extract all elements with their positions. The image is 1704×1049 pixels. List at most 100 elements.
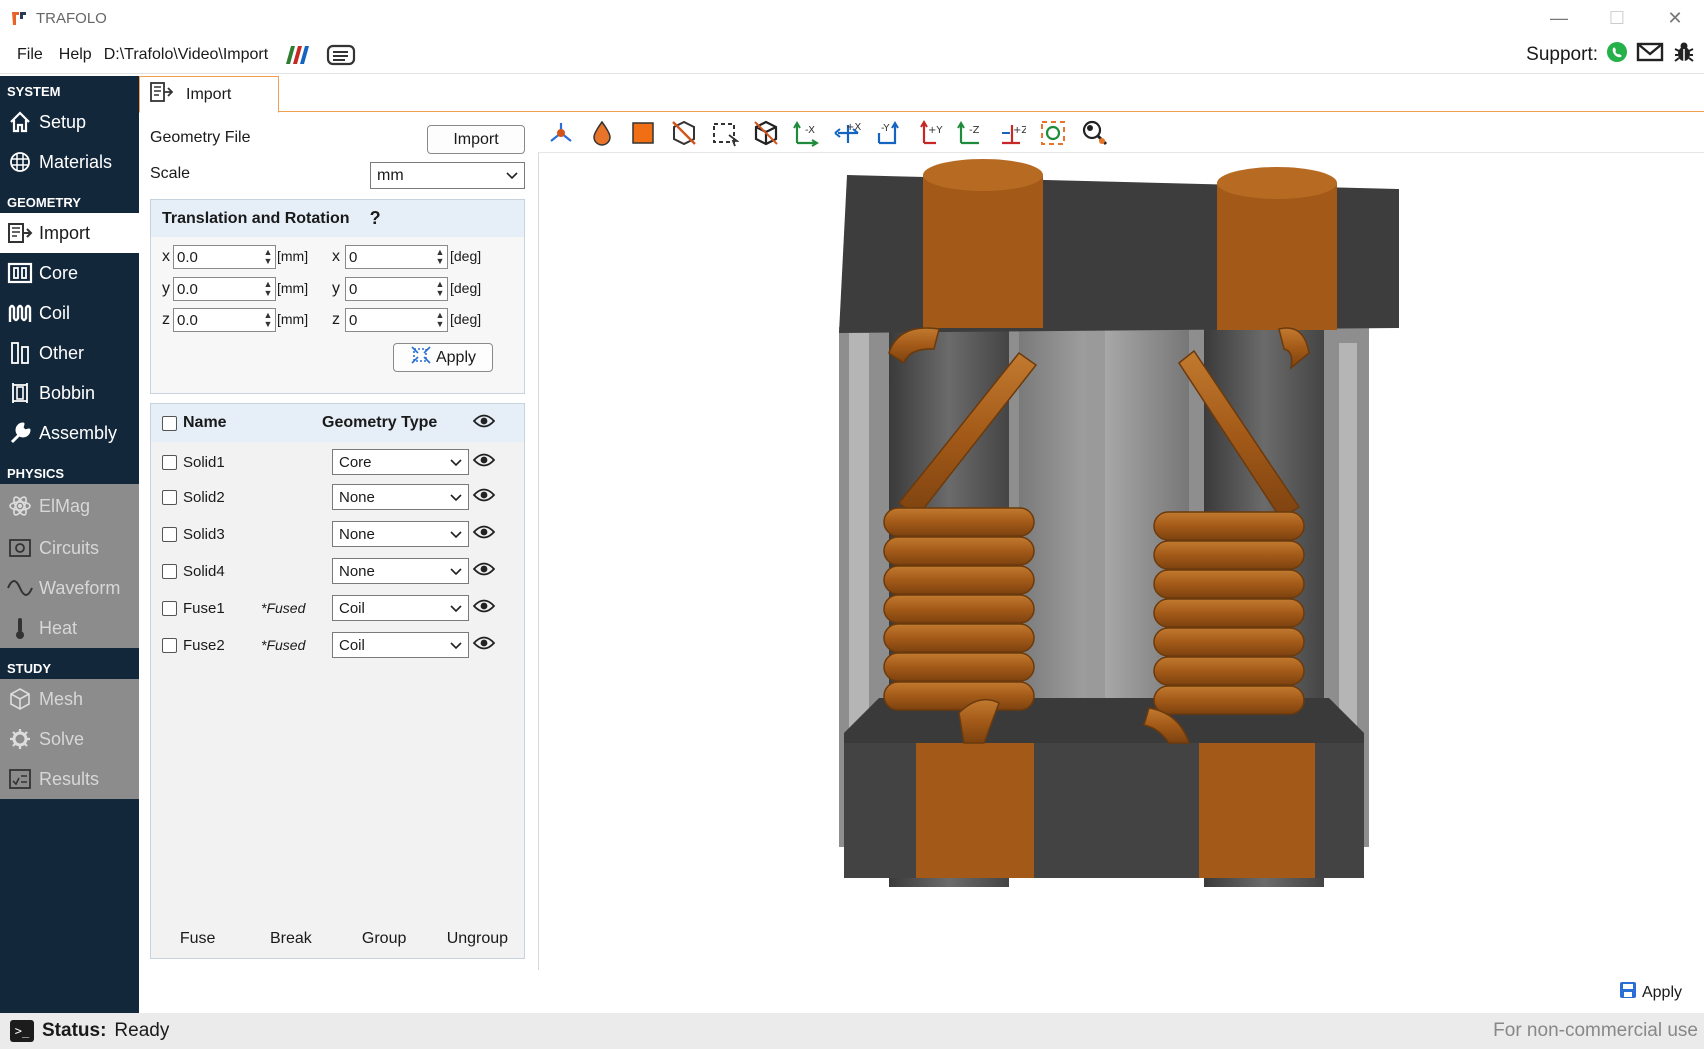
import-button[interactable]: Import (427, 125, 525, 154)
column-name: Name (183, 414, 227, 431)
license-note: For non-commercial use (1493, 1020, 1698, 1041)
eye-icon[interactable] (472, 561, 496, 581)
trans-x-input[interactable]: 0.0 ▲ ▼ (173, 245, 276, 269)
sidebar-item-coil[interactable]: Coil (0, 293, 139, 333)
bug-icon[interactable] (1672, 40, 1696, 70)
sidebar-item-waveform[interactable]: Waveform (0, 568, 139, 608)
row-checkbox[interactable] (162, 563, 177, 579)
scale-select[interactable]: mm (370, 162, 525, 189)
svg-text:-Y: -Y (881, 123, 890, 134)
eye-icon[interactable] (472, 635, 496, 655)
maximize-button[interactable]: ☐ (1588, 0, 1646, 36)
ungroup-button[interactable]: Ungroup (431, 930, 524, 948)
view-neg-y-icon[interactable]: -Y (874, 118, 904, 148)
view-neg-x-icon[interactable]: -X (792, 118, 822, 148)
geometry-list-footer: Fuse Break Group Ungroup (151, 920, 524, 958)
apply-transform-button[interactable]: Apply (393, 343, 493, 372)
menu-help[interactable]: Help (51, 46, 100, 64)
solid-view-icon[interactable] (628, 118, 658, 148)
rot-y-input[interactable]: 0 ▲ ▼ (345, 277, 448, 301)
group-button[interactable]: Group (338, 930, 431, 948)
terminal-icon[interactable]: >_ (10, 1020, 34, 1042)
apply-settings-button[interactable]: Apply (1618, 980, 1682, 1005)
geometry-type-select[interactable]: Coil (332, 632, 469, 658)
rot-x-input[interactable]: 0 ▲ ▼ (345, 245, 448, 269)
sidebar-item-assembly[interactable]: Assembly (0, 413, 139, 453)
wireframe-cube-icon[interactable] (751, 118, 781, 148)
eye-icon[interactable] (472, 452, 496, 472)
spin-arrows-icon[interactable]: ▲ ▼ (433, 311, 447, 329)
chevron-down-icon (450, 563, 462, 580)
row-checkbox[interactable] (162, 454, 177, 470)
geometry-type-select[interactable]: Core (332, 449, 469, 475)
spin-arrows-icon[interactable]: ▲ ▼ (261, 248, 275, 266)
atom-icon (7, 493, 33, 519)
svg-text:-Z: -Z (969, 125, 980, 136)
geometry-type-select[interactable]: None (332, 484, 469, 510)
rot-z-input[interactable]: 0 ▲ ▼ (345, 308, 448, 332)
eye-icon[interactable] (472, 487, 496, 507)
svg-text:+Z: +Z (1013, 125, 1026, 136)
sidebar-item-bobbin[interactable]: Bobbin (0, 373, 139, 413)
help-icon[interactable]: ? (370, 208, 381, 229)
eye-icon[interactable] (472, 524, 496, 544)
zoom-fit-icon[interactable] (1038, 118, 1068, 148)
select-all-checkbox[interactable] (162, 415, 177, 431)
3d-viewport[interactable] (538, 152, 1704, 970)
geometry-type-select[interactable]: Coil (332, 595, 469, 621)
mail-icon[interactable] (1636, 41, 1664, 69)
fit-view-icon[interactable] (546, 118, 576, 148)
color-stripes-icon[interactable] (282, 44, 312, 66)
geometry-type-select[interactable]: None (332, 521, 469, 547)
view-pos-y-icon[interactable]: +Y (915, 118, 945, 148)
sidebar-item-core[interactable]: Core (0, 253, 139, 293)
spin-arrows-icon[interactable]: ▲ ▼ (261, 280, 275, 298)
whatsapp-icon[interactable] (1606, 41, 1628, 69)
shading-drop-icon[interactable] (587, 118, 617, 148)
sidebar-item-setup[interactable]: Setup (0, 102, 139, 142)
row-checkbox[interactable] (162, 489, 177, 505)
translation-rotation-group: Translation and Rotation ? x 0.0 ▲ ▼ [mm]… (150, 199, 525, 394)
sidebar-item-results[interactable]: Results (0, 759, 139, 799)
box-select-icon[interactable] (710, 118, 740, 148)
tab-import[interactable]: Import (139, 76, 279, 113)
hide-edges-icon[interactable] (669, 118, 699, 148)
break-button[interactable]: Break (244, 930, 337, 948)
menu-file[interactable]: File (9, 46, 51, 64)
sidebar-item-label: ElMag (39, 495, 91, 516)
eye-icon[interactable] (472, 598, 496, 618)
sidebar-item-mesh[interactable]: Mesh (0, 679, 139, 719)
close-button[interactable]: ✕ (1646, 0, 1704, 36)
trans-z-input[interactable]: 0.0 ▲ ▼ (173, 308, 276, 332)
fuse-button[interactable]: Fuse (151, 930, 244, 948)
column-geometry-type: Geometry Type (322, 414, 438, 431)
chevron-down-icon (450, 454, 462, 471)
sidebar-item-elmag[interactable]: ElMag (0, 484, 139, 528)
sidebar-item-circuits[interactable]: Circuits (0, 528, 139, 568)
geometry-type-select[interactable]: None (332, 558, 469, 584)
row-checkbox[interactable] (162, 600, 177, 616)
section-system: SYSTEM (7, 84, 61, 99)
view-pos-z-icon[interactable]: +Z (997, 118, 1027, 148)
spin-arrows-icon[interactable]: ▲ ▼ (433, 280, 447, 298)
sidebar-item-solve[interactable]: Solve (0, 719, 139, 759)
trans-y-input[interactable]: 0.0 ▲ ▼ (173, 277, 276, 301)
minimize-button[interactable]: — (1530, 0, 1588, 36)
sidebar-item-other[interactable]: Other (0, 333, 139, 373)
sidebar-item-materials[interactable]: Materials (0, 142, 139, 182)
rot-x-value: 0 (349, 248, 358, 266)
sidebar-item-heat[interactable]: Heat (0, 608, 139, 648)
row-checkbox[interactable] (162, 637, 177, 653)
view-pos-x-icon[interactable]: +X (833, 118, 863, 148)
sidebar-item-label: Waveform (39, 577, 121, 598)
eye-icon[interactable] (472, 413, 496, 434)
coil-icon (7, 300, 33, 326)
rot-z-unit: [deg] (450, 311, 482, 327)
view-neg-z-icon[interactable]: -Z (956, 118, 986, 148)
row-checkbox[interactable] (162, 526, 177, 542)
scripting-icon[interactable] (326, 44, 356, 66)
sidebar-item-import[interactable]: Import (0, 213, 139, 253)
spin-arrows-icon[interactable]: ▲ ▼ (433, 248, 447, 266)
zoom-search-icon[interactable] (1079, 118, 1109, 148)
spin-arrows-icon[interactable]: ▲ ▼ (261, 311, 275, 329)
